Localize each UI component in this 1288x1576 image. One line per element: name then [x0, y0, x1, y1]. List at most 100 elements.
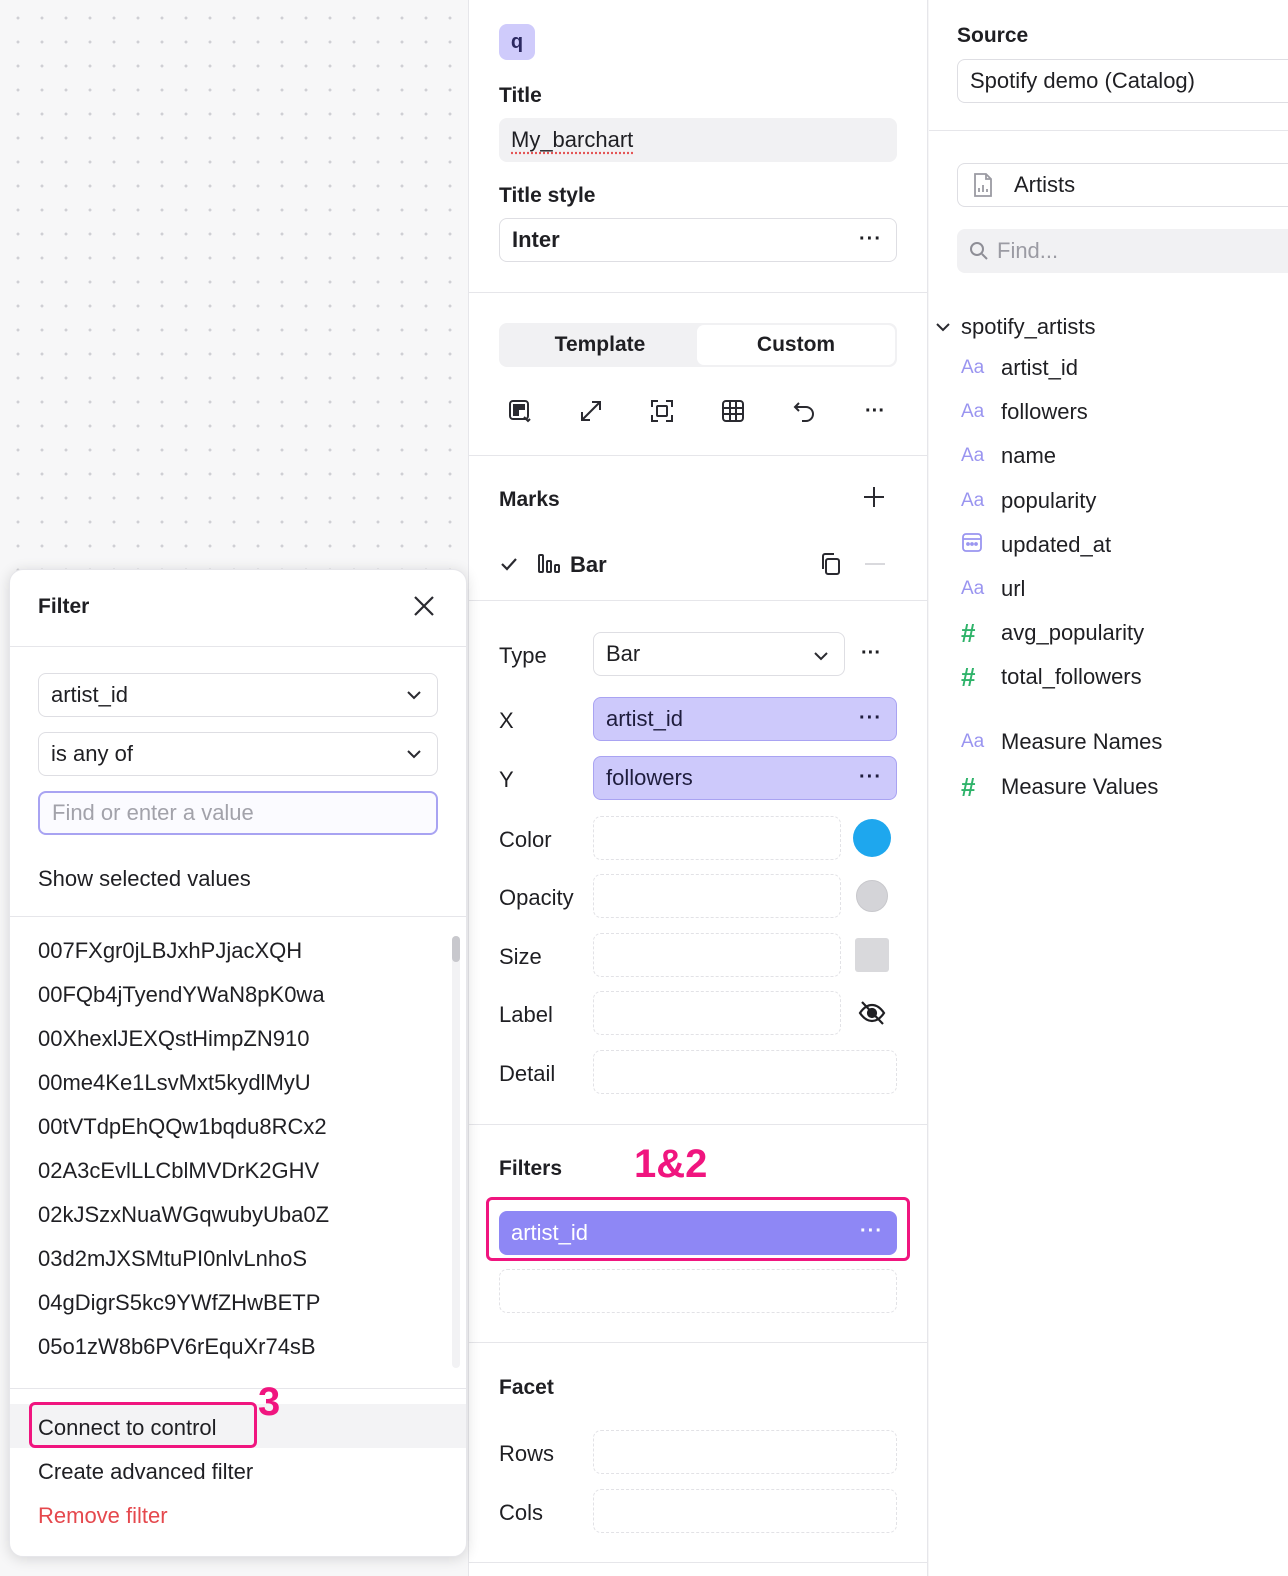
title-style-label: Title style: [499, 184, 596, 207]
title-style-more-icon[interactable]: ···: [859, 229, 882, 249]
color-swatch[interactable]: [853, 819, 891, 857]
title-style-select[interactable]: Inter ···: [499, 218, 897, 262]
size-label: Size: [499, 944, 542, 969]
mark-type-select[interactable]: Bar: [593, 632, 845, 676]
field-item[interactable]: Aa name: [961, 440, 1056, 472]
filter-value-option[interactable]: 05o1zW8b6PV6rEquXr74sB: [38, 1332, 329, 1376]
search-placeholder: Find...: [997, 238, 1059, 263]
eye-off-icon[interactable]: [857, 998, 887, 1034]
remove-mark-icon[interactable]: [865, 563, 885, 565]
source-label: Source: [957, 24, 1029, 47]
x-more-icon[interactable]: ···: [859, 708, 882, 728]
size-swatch[interactable]: [855, 938, 889, 972]
text-type-icon: Aa: [961, 731, 985, 752]
remove-filter-menu-item[interactable]: Remove filter: [38, 1503, 168, 1529]
filter-value-input[interactable]: Find or enter a value: [38, 791, 438, 835]
mode-segmented-control: Template Custom: [499, 323, 897, 367]
mark-bar-label[interactable]: Bar: [570, 552, 607, 578]
field-item[interactable]: Aa popularity: [961, 485, 1096, 517]
duplicate-mark-icon[interactable]: [819, 552, 843, 582]
y-label: Y: [499, 767, 514, 792]
filter-value-option[interactable]: 02A3cEvlLLCblMVDrK2GHV: [38, 1156, 329, 1200]
field-item[interactable]: # total_followers: [961, 661, 1142, 693]
color-dropzone[interactable]: [593, 816, 841, 860]
tab-custom[interactable]: Custom: [697, 325, 895, 365]
field-name: total_followers: [1001, 664, 1142, 690]
undo-icon[interactable]: [787, 394, 821, 428]
field-item[interactable]: Aa url: [961, 573, 1025, 605]
facet-label: Facet: [499, 1376, 554, 1399]
value-list-scrollbar-thumb[interactable]: [452, 936, 460, 962]
y-more-icon[interactable]: ···: [859, 767, 882, 787]
x-encoding-pill[interactable]: artist_id ···: [593, 697, 897, 741]
detail-dropzone[interactable]: [593, 1050, 897, 1094]
field-name: popularity: [1001, 487, 1097, 513]
field-name: avg_popularity: [1001, 620, 1145, 646]
dataset-select[interactable]: Artists: [957, 163, 1288, 207]
annotation-box-3: [29, 1402, 257, 1448]
size-dropzone[interactable]: [593, 933, 841, 977]
field-item[interactable]: Aa Measure Names: [961, 726, 1162, 758]
chevron-down-icon: [407, 691, 421, 700]
source-value: Spotify demo (Catalog): [970, 68, 1195, 93]
close-icon[interactable]: [412, 594, 436, 624]
field-name: Measure Values: [1001, 774, 1159, 799]
filter-value-option[interactable]: 00me4Ke1LsvMxt5kydlMyU: [38, 1068, 329, 1112]
filter-field-select[interactable]: artist_id: [38, 673, 438, 717]
divider: [10, 1388, 466, 1389]
filter-value-option[interactable]: 007FXgr0jLBJxhPJjacXQH: [38, 936, 329, 980]
table-name: spotify_artists: [961, 314, 1096, 339]
annotation-label-1-2: 1&2: [634, 1142, 708, 1186]
color-label: Color: [499, 827, 552, 852]
filter-value-option[interactable]: 03d2mJXSMtuPI0nlvLnhoS: [38, 1244, 329, 1288]
tab-template[interactable]: Template: [501, 325, 699, 365]
y-encoding-pill[interactable]: followers ···: [593, 756, 897, 800]
field-item[interactable]: updated_at: [961, 529, 1111, 561]
dataset-name: Artists: [1014, 172, 1076, 197]
fit-frame-icon[interactable]: [645, 394, 679, 428]
text-type-icon: Aa: [961, 357, 985, 378]
divider: [469, 292, 927, 293]
filter-value-option[interactable]: 00FQb4jTyendYWaN8pK0wa: [38, 980, 329, 1024]
title-label: Title: [499, 84, 542, 107]
annotation-label-3: 3: [258, 1380, 281, 1424]
query-badge[interactable]: q: [499, 24, 535, 60]
title-input-value: My_barchart: [511, 127, 634, 152]
filter-value-list: 007FXgr0jLBJxhPJjacXQH 00FQb4jTyendYWaN8p…: [38, 936, 329, 1376]
create-advanced-filter-menu-item[interactable]: Create advanced filter: [38, 1459, 253, 1485]
field-item[interactable]: Aa artist_id: [961, 352, 1078, 384]
table-node-spotify-artists[interactable]: spotify_artists: [935, 314, 1096, 340]
label-dropzone[interactable]: [593, 991, 841, 1035]
field-search-input[interactable]: Find...: [957, 229, 1288, 273]
opacity-swatch[interactable]: [856, 880, 888, 912]
filter-value-option[interactable]: 04gDigrS5kc9YWfZHwBETP: [38, 1288, 329, 1332]
filter-value-option[interactable]: 00XhexlJEXQstHimpZN910: [38, 1024, 329, 1068]
add-mark-icon[interactable]: [861, 484, 887, 516]
divider: [469, 1562, 927, 1563]
type-more-icon[interactable]: ···: [861, 642, 881, 665]
facet-cols-dropzone[interactable]: [593, 1489, 897, 1533]
swap-axes-icon[interactable]: [503, 394, 537, 428]
field-item[interactable]: # avg_popularity: [961, 617, 1144, 649]
toolbar-more-icon[interactable]: ···: [858, 394, 892, 428]
calendar-icon: [961, 531, 1001, 559]
field-item[interactable]: Aa followers: [961, 396, 1088, 428]
field-name: url: [1001, 576, 1026, 601]
filter-value-option[interactable]: 00tVTdpEhQQw1bqdu8RCx2: [38, 1112, 329, 1156]
filter-operator-select[interactable]: is any of: [38, 732, 438, 776]
value-list-scrollbar-track: [452, 936, 460, 1368]
data-source-panel: Source Spotify demo (Catalog) Artists Fi…: [929, 0, 1288, 1576]
dataset-file-icon: [974, 173, 992, 197]
filter-value-option[interactable]: 02kJSzxNuaWGqwubyUba0Z: [38, 1200, 329, 1244]
facet-rows-dropzone[interactable]: [593, 1430, 897, 1474]
divider: [10, 916, 466, 917]
filter-dropzone[interactable]: [499, 1269, 897, 1313]
show-selected-values-toggle[interactable]: Show selected values: [38, 866, 251, 892]
field-item[interactable]: # Measure Values: [961, 771, 1158, 803]
source-select[interactable]: Spotify demo (Catalog): [957, 59, 1288, 103]
table-grid-icon[interactable]: [716, 394, 750, 428]
number-type-icon: #: [961, 661, 976, 692]
title-input[interactable]: My_barchart: [499, 118, 897, 162]
opacity-dropzone[interactable]: [593, 874, 841, 918]
expand-icon[interactable]: [574, 394, 608, 428]
